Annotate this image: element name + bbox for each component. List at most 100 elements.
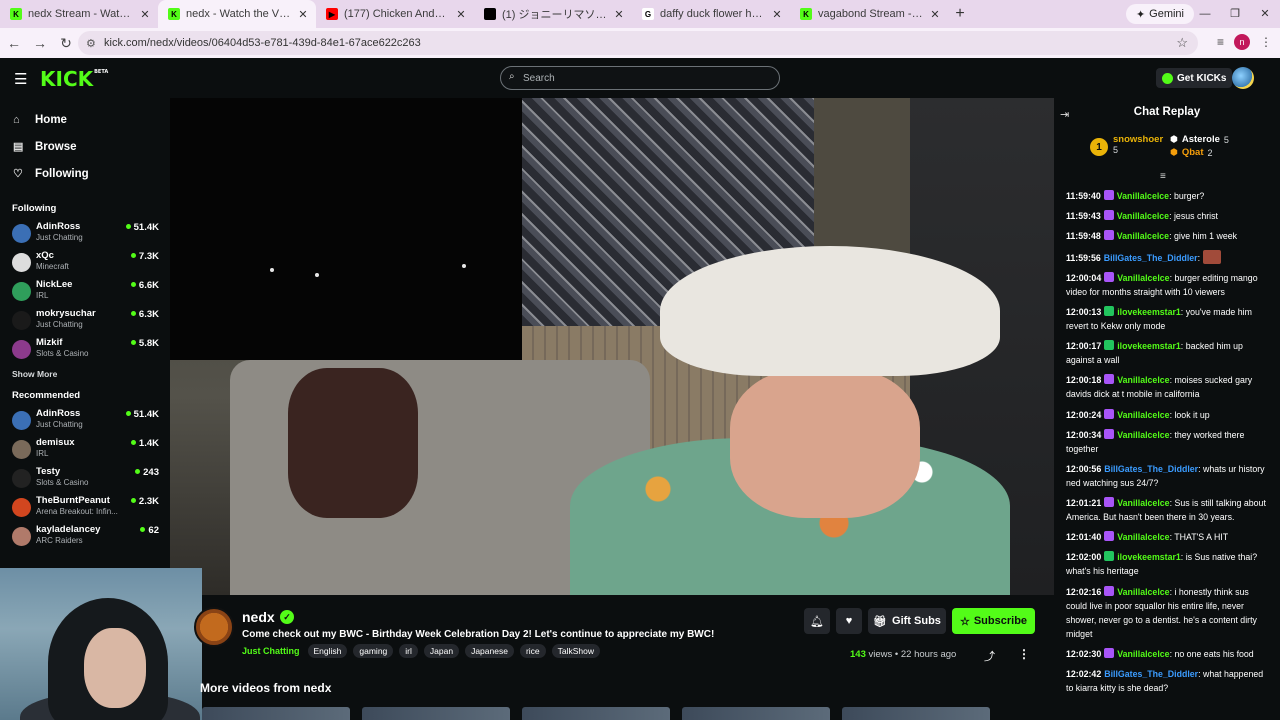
message-username[interactable]: BillGates_The_Diddler <box>1104 464 1198 474</box>
browser-menu-icon[interactable]: ⋮ <box>1260 35 1272 49</box>
channel-row[interactable]: kayladelancey ARC Raiders 62 <box>0 522 170 551</box>
forward-icon[interactable]: → <box>28 35 52 51</box>
tag-chip[interactable]: irl <box>399 644 418 658</box>
user-badge-icon <box>1104 531 1115 542</box>
notification-bell-icon[interactable]: 🔔︎ <box>804 608 830 634</box>
channel-row[interactable]: AdinRoss Just Chatting 51.4K <box>0 219 170 248</box>
browser-tab[interactable]: Gdaffy duck flower head - Google ✕ <box>632 0 790 28</box>
video-thumbnail[interactable] <box>842 707 990 720</box>
message-username[interactable]: Vanillalcelce <box>1117 273 1169 283</box>
message-username[interactable]: Vanillalcelce <box>1117 587 1169 597</box>
message-username[interactable]: Vanillalcelce <box>1117 231 1169 241</box>
nav-following[interactable]: ♡ Following <box>0 160 170 187</box>
show-more-link[interactable]: Show More <box>0 364 170 384</box>
gemini-button[interactable]: ✦ Gemini <box>1125 4 1194 24</box>
get-kicks-button[interactable]: Get KICKs <box>1156 68 1233 88</box>
webcam-overlay <box>0 568 202 720</box>
browser-tab[interactable]: Kvagabond Stream - Watch Live ✕ <box>790 0 948 28</box>
message-username[interactable]: Vanillalcelce <box>1117 375 1169 385</box>
user-avatar[interactable] <box>1232 67 1254 89</box>
video-thumbnail[interactable] <box>362 707 510 720</box>
message-username[interactable]: Vanillalcelce <box>1117 430 1169 440</box>
channel-row[interactable]: demisux IRL 1.4K <box>0 435 170 464</box>
separator: • <box>894 649 899 660</box>
message-username[interactable]: Vanillalcelce <box>1117 211 1169 221</box>
media-control-icon[interactable]: ≡ <box>1217 35 1224 49</box>
tab-close-icon[interactable]: ✕ <box>612 8 626 21</box>
subscribe-button[interactable]: ☆ Subscribe <box>952 608 1035 634</box>
collapse-chat-icon[interactable]: ⇥ <box>1060 108 1069 121</box>
channel-row[interactable]: mokrysuchar Just Chatting 6.3K <box>0 306 170 335</box>
site-info-icon[interactable]: ⚙ <box>86 37 96 50</box>
browser-tab[interactable]: ▶ (177) Chicken Andy CRASHES his car ✕ <box>316 0 474 28</box>
video-thumbnail[interactable] <box>522 707 670 720</box>
channel-avatar[interactable] <box>194 607 234 647</box>
tag-chip[interactable]: gaming <box>353 644 394 658</box>
menu-icon[interactable]: ☰ <box>14 70 27 88</box>
video-player[interactable] <box>170 98 1054 595</box>
search-input[interactable]: ⌕ Search <box>500 66 780 90</box>
channel-name[interactable]: nedx <box>242 609 275 625</box>
browser-tab[interactable]: X (1) ジョニーリマソ | 迷惑外国人撲 ✕ <box>474 0 632 28</box>
new-tab-button[interactable]: + <box>948 5 972 23</box>
message-username[interactable]: Vanillalcelce <box>1117 498 1169 508</box>
video-thumbnail[interactable] <box>682 707 830 720</box>
channel-row[interactable]: Mizkif Slots & Casino 5.8K <box>0 335 170 364</box>
nav-home[interactable]: ⌂ Home <box>0 106 170 133</box>
url-field[interactable]: ⚙ kick.com/nedx/videos/06404d53-e781-439… <box>78 31 1198 55</box>
message-username[interactable]: BillGates_The_Diddler <box>1104 669 1198 679</box>
channel-avatar <box>12 498 31 517</box>
video-thumbnail[interactable] <box>202 707 350 720</box>
maximize-icon[interactable]: ❐ <box>1220 0 1250 28</box>
chat-filter-icon[interactable]: ≡ <box>1160 171 1166 182</box>
profile-avatar[interactable]: n <box>1234 34 1250 50</box>
browser-tab[interactable]: Knedx Stream - Watch Live on Kick ✕ <box>0 0 158 28</box>
share-icon[interactable]: ⤴ <box>984 648 995 664</box>
message-username[interactable]: Vanillalcelce <box>1117 532 1169 542</box>
message-username[interactable]: ilovekeemstar1 <box>1117 552 1181 562</box>
browser-tab[interactable]: Knedx - Watch the VOD on Kick ✕ <box>158 0 316 28</box>
top-gifter-1[interactable]: 1 snowshoer 5 <box>1090 134 1163 156</box>
bookmark-star-icon[interactable]: ☆ <box>1176 35 1188 51</box>
tag-chip[interactable]: rice <box>519 644 546 658</box>
message-username[interactable]: ilovekeemstar1 <box>1117 307 1181 317</box>
minimize-icon[interactable]: — <box>1190 0 1220 28</box>
search-icon: ⌕ <box>509 71 515 82</box>
tab-close-icon[interactable]: ✕ <box>928 8 942 21</box>
tag-chip[interactable]: Japan <box>423 644 460 658</box>
reload-icon[interactable]: ↻ <box>54 35 78 52</box>
back-icon[interactable]: ← <box>2 35 26 51</box>
nav-label: Browse <box>35 140 77 153</box>
tag-chip[interactable]: TalkShow <box>551 644 601 658</box>
close-window-icon[interactable]: ✕ <box>1250 0 1280 28</box>
channel-row[interactable]: AdinRoss Just Chatting 51.4K <box>0 406 170 435</box>
message-username[interactable]: Vanillalcelce <box>1117 410 1169 420</box>
tab-close-icon[interactable]: ✕ <box>138 8 152 21</box>
follow-heart-icon[interactable]: ♥ <box>836 608 862 634</box>
channel-row[interactable]: NickLee IRL 6.6K <box>0 277 170 306</box>
channel-category: IRL <box>36 449 49 458</box>
message-username[interactable]: BillGates_The_Diddler <box>1104 253 1198 263</box>
user-badge-icon <box>1103 230 1114 241</box>
chat-message: 12:02:00 ilovekeemstar1: is Sus native th… <box>1066 551 1258 577</box>
tag-chip[interactable]: English <box>307 644 348 658</box>
gift-subs-button[interactable]: 🎁︎ Gift Subs <box>868 608 946 634</box>
more-options-icon[interactable]: ⋮ <box>1018 647 1030 661</box>
tab-close-icon[interactable]: ✕ <box>770 8 784 21</box>
message-username[interactable]: ilovekeemstar1 <box>1117 341 1181 351</box>
tab-close-icon[interactable]: ✕ <box>296 8 310 21</box>
tab-close-icon[interactable]: ✕ <box>454 8 468 21</box>
top-gifter-2[interactable]: ⬢ Asterole 5 ⬢ Qbat 2 <box>1170 134 1229 158</box>
channel-row[interactable]: TheBurntPeanut Arena Breakout: Infin... 2.… <box>0 493 170 522</box>
nav-label: Home <box>35 113 67 126</box>
channel-row[interactable]: xQc Minecraft 7.3K <box>0 248 170 277</box>
message-time: 12:02:42 <box>1066 669 1102 679</box>
tag-chip[interactable]: Japanese <box>465 644 514 658</box>
kick-logo[interactable]: KICKBETA <box>40 67 108 91</box>
category-link[interactable]: Just Chatting <box>242 646 300 656</box>
channel-row[interactable]: Testy Slots & Casino 243 <box>0 464 170 493</box>
chat-message: 12:00:13 ilovekeemstar1: you've made him … <box>1066 305 1252 331</box>
message-username[interactable]: Vanillalcelce <box>1117 191 1169 201</box>
nav-browse[interactable]: ▤ Browse <box>0 133 170 160</box>
message-username[interactable]: Vanillalcelce <box>1117 649 1169 659</box>
